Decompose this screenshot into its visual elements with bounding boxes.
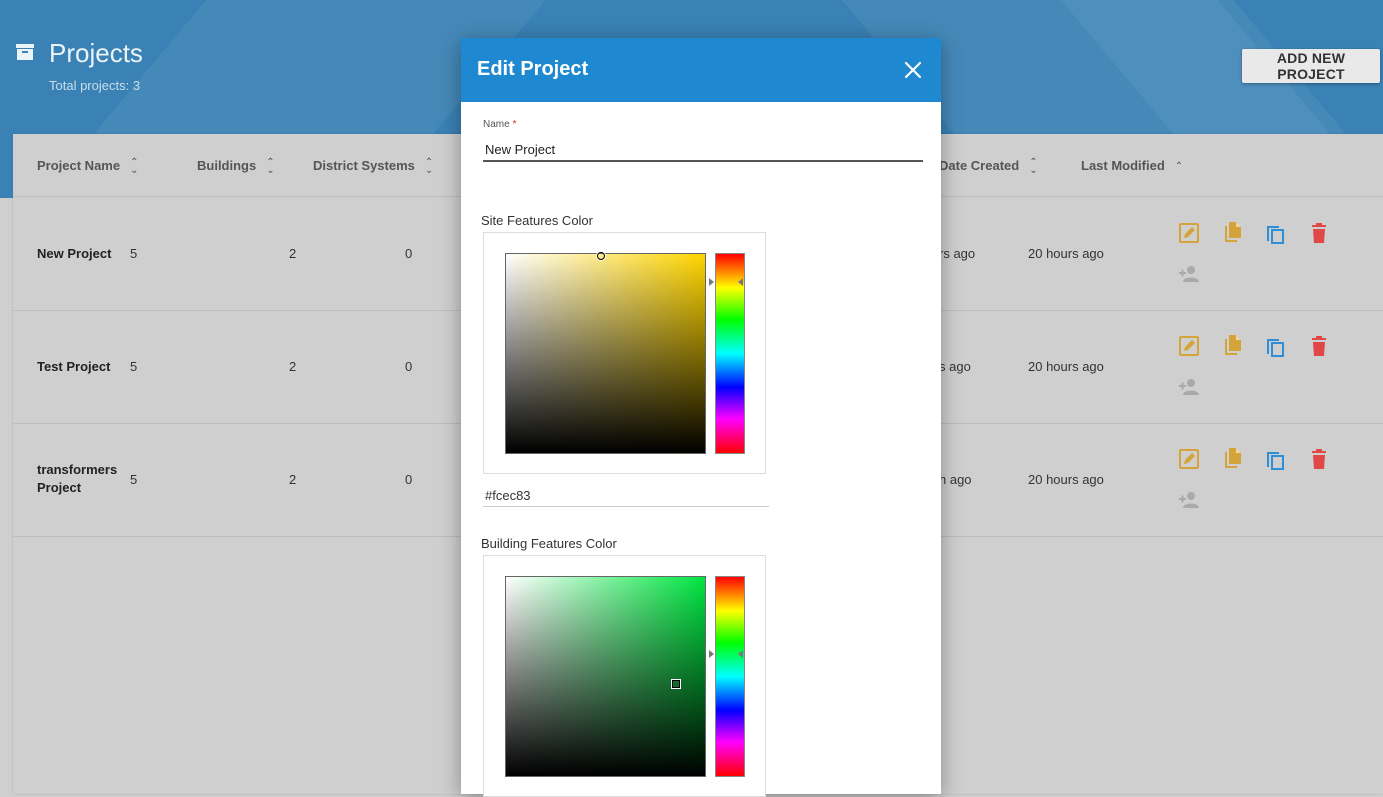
district-systems-count: 0 [405, 359, 413, 374]
last-modified: 20 hours ago [1028, 246, 1104, 261]
date-created: s ago [939, 359, 971, 374]
project-name: Test Project [37, 359, 111, 374]
hue-handle-left[interactable] [709, 278, 714, 286]
district-systems-count: 0 [405, 246, 413, 261]
saturation-value-area[interactable] [505, 252, 706, 454]
delete-icon[interactable] [1308, 335, 1330, 357]
project-count: Total projects: 3 [49, 78, 141, 93]
dialog-title: Edit Project [477, 58, 589, 80]
document-icon[interactable] [1221, 334, 1243, 356]
project-name: New Project [37, 246, 112, 261]
edit-icon[interactable] [1178, 335, 1200, 357]
sort-icon: ⌃ ⌄ [424, 156, 434, 176]
district-systems-count: 0 [405, 472, 413, 487]
buildings-count: 2 [289, 246, 297, 261]
buildings-prefix: 5 [130, 359, 138, 374]
add-user-icon[interactable] [1178, 488, 1200, 510]
buildings-count: 2 [289, 472, 297, 487]
hue-slider[interactable] [715, 576, 745, 777]
color-cursor[interactable] [672, 680, 680, 688]
name-label: Name * [483, 119, 517, 130]
column-header-district-systems[interactable]: District Systems ⌃ ⌄ [313, 156, 434, 176]
site-color-hex-input[interactable] [483, 484, 769, 507]
copy-icon[interactable] [1264, 448, 1286, 470]
date-created: rs ago [939, 246, 976, 261]
column-header-last-modified[interactable]: Last Modified ⌃ [1081, 158, 1183, 173]
edit-icon[interactable] [1178, 448, 1200, 470]
page-title: Projects [49, 38, 143, 68]
last-modified: 20 hours ago [1028, 472, 1104, 487]
column-header-project-name[interactable]: Project Name ⌃ ⌄ [37, 156, 139, 176]
buildings-count: 2 [289, 359, 297, 374]
sort-icon: ⌃ ⌄ [130, 156, 139, 176]
date-created: h ago [939, 472, 972, 487]
buildings-prefix: 5 [130, 246, 138, 261]
color-cursor[interactable] [597, 252, 605, 260]
hue-handle-left[interactable] [709, 650, 714, 658]
edit-project-dialog: Edit Project Name * Site Features Color … [461, 38, 941, 797]
add-new-project-button[interactable]: ADD NEW PROJECT [1242, 49, 1380, 83]
required-mark: * [512, 119, 517, 130]
archive-icon [16, 44, 34, 60]
last-modified: 20 hours ago [1028, 359, 1104, 374]
site-color-picker [483, 232, 766, 474]
edit-icon[interactable] [1178, 222, 1200, 244]
hue-handle-right[interactable] [738, 650, 743, 658]
buildings-prefix: 5 [130, 472, 138, 487]
document-icon[interactable] [1221, 447, 1243, 469]
copy-icon[interactable] [1264, 335, 1286, 357]
sort-icon: ⌃ ⌄ [266, 156, 275, 176]
delete-icon[interactable] [1308, 222, 1330, 244]
building-features-color-label: Building Features Color [481, 536, 617, 551]
project-name-input[interactable] [483, 138, 923, 162]
column-header-buildings[interactable]: Buildings ⌃ ⌄ [197, 156, 275, 176]
delete-icon[interactable] [1308, 448, 1330, 470]
site-features-color-label: Site Features Color [481, 213, 593, 228]
sort-icon: ⌃ ⌄ [1029, 156, 1038, 176]
dialog-header: Edit Project [461, 38, 941, 102]
column-header-date-created[interactable]: Date Created ⌃ ⌄ [939, 156, 1038, 176]
add-user-icon[interactable] [1178, 262, 1200, 284]
close-icon[interactable] [901, 58, 925, 82]
building-color-picker [483, 555, 766, 797]
saturation-value-area[interactable] [505, 576, 706, 777]
hue-handle-right[interactable] [738, 278, 743, 286]
copy-icon[interactable] [1264, 222, 1286, 244]
add-user-icon[interactable] [1178, 375, 1200, 397]
document-icon[interactable] [1221, 221, 1243, 243]
project-name: transformers Project [37, 462, 118, 495]
sort-ascending-icon: ⌃ [1174, 160, 1184, 172]
